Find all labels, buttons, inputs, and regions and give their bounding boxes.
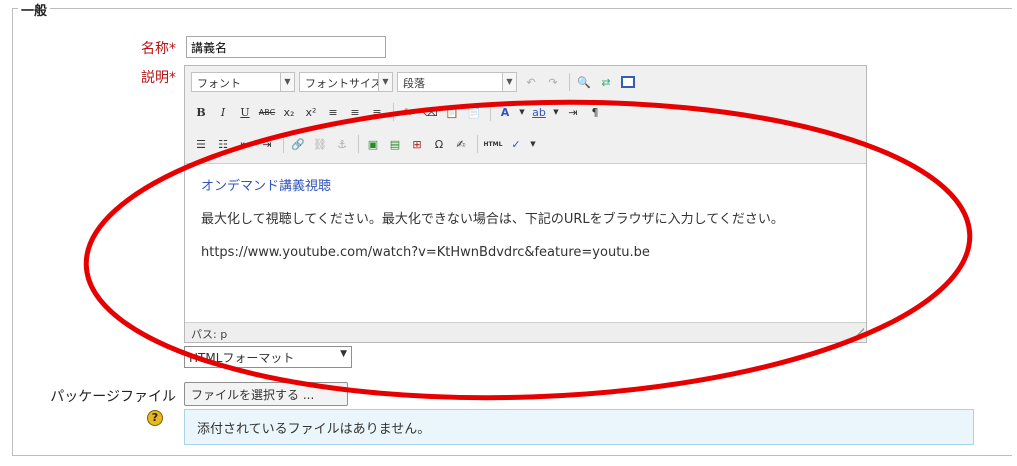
format-select[interactable]: HTMLフォーマット ▼ [184,346,352,368]
special-char-icon[interactable]: Ω [429,134,449,154]
on-demand-link[interactable]: オンデマンド講義視聴 [201,179,331,194]
subscript-icon[interactable]: x₂ [279,102,299,122]
chevron-down-icon[interactable]: ▼ [517,102,527,122]
fieldset-legend: 一般 [18,0,51,19]
unlink-icon[interactable]: ⛓ [310,134,330,154]
font-size-select[interactable]: フォントサイズ ▼ [299,72,393,92]
font-size-select-value: フォントサイズ [305,77,382,90]
rtl-icon[interactable]: ¶ [585,102,605,122]
redo-icon[interactable]: ↷ [543,72,563,92]
bulleted-list-icon[interactable]: ☰ [191,134,211,154]
find-icon[interactable]: 🔍 [574,72,594,92]
chevron-down-icon: ▼ [378,73,392,91]
anchor-icon[interactable]: ⚓ [332,134,352,154]
chevron-down-icon: ▼ [502,73,516,91]
name-input[interactable] [186,36,386,58]
package-file-label: パッケージファイル [50,389,176,405]
editor-content-area[interactable]: オンデマンド講義視聴 最大化して視聴してください。最大化できない場合は、下記のU… [185,163,866,323]
table-icon[interactable]: ⊞ [407,134,427,154]
chevron-down-icon[interactable]: ▼ [528,134,538,154]
html-source-button[interactable]: HTML [482,134,504,154]
description-label: 説明* [114,67,176,87]
chevron-down-icon: ▼ [340,349,347,359]
paste-text-icon[interactable]: 📋 [442,102,462,122]
emoticon-icon[interactable]: ✍ [451,134,471,154]
font-family-select-value: フォント [197,77,241,90]
replace-icon[interactable]: ⇄ [596,72,616,92]
name-label: 名称* [114,38,176,58]
fullscreen-icon[interactable] [618,72,638,92]
italic-button[interactable]: I [213,102,233,122]
image-icon[interactable]: ▣ [363,134,383,154]
link-icon[interactable]: 🔗 [288,134,308,154]
font-family-select[interactable]: フォント ▼ [191,72,295,92]
background-color-icon[interactable]: ab [529,102,549,122]
undo-icon[interactable]: ↶ [521,72,541,92]
editor-toolbar: フォント ▼ フォントサイズ ▼ 段落 ▼ ↶ ↷ 🔍 ⇄ B I U ABC x₂ … [185,66,866,163]
underline-button[interactable]: U [235,102,255,122]
eraser-icon[interactable]: ⌫ [420,102,440,122]
rich-text-editor: フォント ▼ フォントサイズ ▼ 段落 ▼ ↶ ↷ 🔍 ⇄ B I U ABC x₂ … [184,65,867,343]
toolbar-separator [358,135,359,153]
editor-statusbar: パス: p [185,322,866,342]
strikethrough-button[interactable]: ABC [257,102,277,122]
outdent-icon[interactable]: ⇤ [235,134,255,154]
superscript-icon[interactable]: x² [301,102,321,122]
toolbar-row-3: ☰ ☷ ⇤ ⇥ 🔗 ⛓ ⚓ ▣ ▤ ⊞ Ω ✍ HTML ✓ ▼ [191,133,540,155]
spellcheck-icon[interactable]: ✓ [506,134,526,154]
name-label-text: 名称 [141,41,169,57]
video-url-text: https://www.youtube.com/watch?v=KtHwnBdv… [201,245,650,260]
align-right-icon[interactable]: ≡ [367,102,387,122]
align-left-icon[interactable]: ≡ [323,102,343,122]
toolbar-row-2: B I U ABC x₂ x² ≡ ≡ ≡ ✎ ⌫ 📋 📄 A ▼ ab ▼ ⇥… [191,101,607,123]
toolbar-row-1: フォント ▼ フォントサイズ ▼ 段落 ▼ ↶ ↷ 🔍 ⇄ [191,71,640,93]
toolbar-separator [283,135,284,153]
no-files-notice: 添付されているファイルはありません。 [184,409,974,445]
ltr-icon[interactable]: ⇥ [563,102,583,122]
description-label-text: 説明 [141,70,169,86]
choose-file-button[interactable]: ファイルを選択する ... [184,382,348,406]
required-mark: * [169,70,176,86]
align-center-icon[interactable]: ≡ [345,102,365,122]
bold-button[interactable]: B [191,102,211,122]
toolbar-separator [490,103,491,121]
help-icon[interactable]: ? [147,410,163,426]
text-color-icon[interactable]: A [495,102,515,122]
path-label: パス: p [191,328,228,341]
paragraph-select-value: 段落 [403,77,425,90]
toolbar-separator [477,135,478,153]
numbered-list-icon[interactable]: ☷ [213,134,233,154]
instruction-paragraph: 最大化して視聴してください。最大化できない場合は、下記のURLをブラウザに入力し… [201,212,784,227]
resize-handle-icon[interactable] [852,328,864,340]
format-select-value: HTMLフォーマット [189,351,295,365]
indent-icon[interactable]: ⇥ [257,134,277,154]
paragraph-select[interactable]: 段落 ▼ [397,72,517,92]
required-mark: * [169,41,176,57]
toolbar-separator [393,103,394,121]
chevron-down-icon: ▼ [280,73,294,91]
chevron-down-icon[interactable]: ▼ [551,102,561,122]
paste-word-icon[interactable]: 📄 [464,102,484,122]
media-icon[interactable]: ▤ [385,134,405,154]
cleanup-icon[interactable]: ✎ [398,102,418,122]
toolbar-separator [569,73,570,91]
